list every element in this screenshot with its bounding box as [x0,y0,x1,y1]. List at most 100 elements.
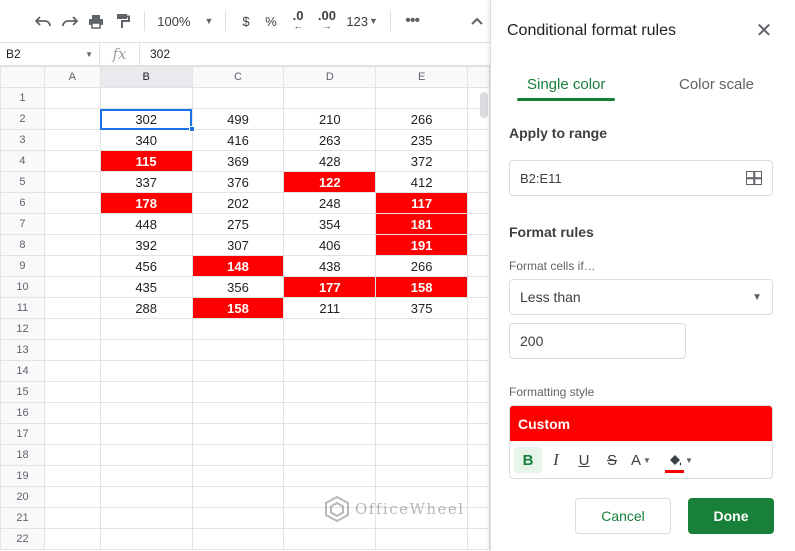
column-header-f[interactable] [467,66,490,88]
cell[interactable]: 372 [375,150,469,172]
cell[interactable] [375,87,469,109]
cell[interactable] [283,381,377,403]
bold-button[interactable]: B [514,447,542,473]
cell[interactable] [191,87,285,109]
active-cell[interactable]: 302 [99,108,195,132]
cell[interactable] [43,192,101,214]
cell[interactable]: 177 [283,276,377,298]
cell[interactable] [283,444,377,466]
row-header[interactable]: 10 [0,276,45,298]
cell[interactable]: 158 [191,297,285,319]
cell[interactable]: 178 [99,192,193,214]
cell[interactable] [99,486,193,508]
cell[interactable]: 211 [283,297,377,319]
undo-icon[interactable] [30,7,57,35]
cell[interactable] [467,507,490,529]
cell[interactable] [467,402,490,424]
cell[interactable]: 248 [283,192,377,214]
cell[interactable] [43,402,101,424]
cell[interactable] [43,108,101,130]
cell[interactable] [375,423,469,445]
cell[interactable] [191,444,285,466]
cell[interactable] [283,87,377,109]
done-button[interactable]: Done [688,498,774,534]
cell[interactable]: 354 [283,213,377,235]
column-header-c[interactable]: C [191,66,285,88]
cell[interactable]: 499 [191,108,285,130]
close-icon[interactable]: ✕ [755,21,773,41]
cell[interactable] [191,465,285,487]
currency-format-button[interactable]: $ [234,7,257,35]
cell[interactable] [43,297,101,319]
cell[interactable] [43,360,101,382]
cell[interactable]: 406 [283,234,377,256]
range-input[interactable]: B2:E11 [509,160,773,196]
cell[interactable] [43,528,101,550]
cell[interactable] [467,318,490,340]
cell[interactable]: 428 [283,150,377,172]
cell[interactable] [191,402,285,424]
cell[interactable]: 202 [191,192,285,214]
row-header[interactable]: 13 [0,339,45,361]
row-header[interactable]: 14 [0,360,45,382]
cell[interactable] [191,381,285,403]
cell[interactable] [467,297,490,319]
cell[interactable]: 210 [283,108,377,130]
cell[interactable] [43,129,101,151]
cell[interactable] [99,444,193,466]
column-header-b[interactable]: B [99,66,193,88]
cell[interactable] [467,381,490,403]
cell[interactable]: 117 [375,192,469,214]
row-header[interactable]: 18 [0,444,45,466]
cell[interactable] [43,234,101,256]
cell[interactable] [43,318,101,340]
print-icon[interactable] [83,7,110,35]
cell[interactable] [43,381,101,403]
row-header[interactable]: 21 [0,507,45,529]
cell[interactable] [375,318,469,340]
cell[interactable] [43,507,101,529]
tab-color-scale[interactable]: Color scale [679,76,754,93]
cancel-button[interactable]: Cancel [575,498,671,534]
cell[interactable] [375,528,469,550]
cell[interactable] [375,360,469,382]
vertical-scrollbar[interactable] [480,92,488,118]
row-header[interactable]: 8 [0,234,45,256]
cell[interactable] [43,465,101,487]
row-header[interactable]: 2 [0,108,45,130]
decrease-decimal-button[interactable]: .0 ← [285,7,312,35]
strikethrough-button[interactable]: S [598,447,626,473]
condition-select[interactable]: Less than ▼ [509,279,773,315]
more-options-icon[interactable]: ••• [399,7,426,35]
cell[interactable] [283,402,377,424]
cell[interactable] [43,255,101,277]
cell[interactable] [375,339,469,361]
cell[interactable] [467,171,490,193]
cell[interactable]: 266 [375,108,469,130]
row-header[interactable]: 1 [0,87,45,109]
italic-button[interactable]: I [542,447,570,473]
cell[interactable] [43,150,101,172]
cell[interactable] [191,486,285,508]
cell[interactable] [191,507,285,529]
cell[interactable] [99,339,193,361]
cell[interactable]: 275 [191,213,285,235]
cell[interactable] [283,423,377,445]
cell[interactable] [283,528,377,550]
cell[interactable] [99,507,193,529]
cell[interactable] [43,171,101,193]
cell[interactable] [99,423,193,445]
cell[interactable]: 263 [283,129,377,151]
fill-handle[interactable] [188,126,195,132]
collapse-toolbar-icon[interactable] [463,7,490,35]
underline-button[interactable]: U [570,447,598,473]
style-preview[interactable]: Custom [510,406,772,441]
row-header[interactable]: 12 [0,318,45,340]
cell[interactable] [467,423,490,445]
cell[interactable] [43,213,101,235]
cell[interactable] [467,213,490,235]
cell[interactable] [99,360,193,382]
cell[interactable] [467,465,490,487]
cell[interactable] [467,129,490,151]
column-header-a[interactable]: A [43,66,101,88]
